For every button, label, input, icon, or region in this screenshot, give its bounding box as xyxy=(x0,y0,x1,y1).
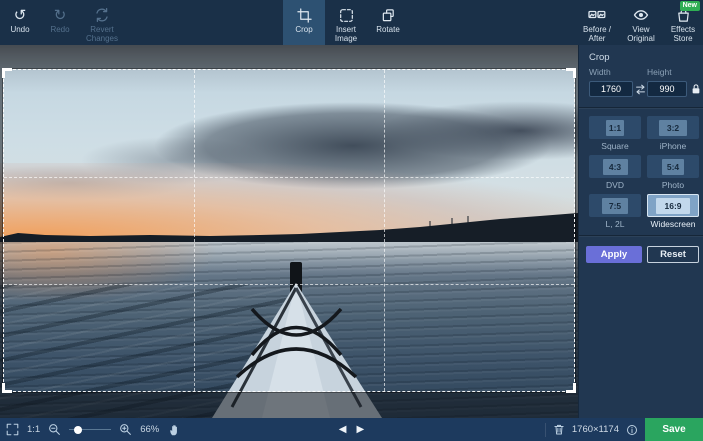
dimension-labels: Width Height xyxy=(579,67,703,79)
preset-l-2l[interactable]: 7:5 L, 2L xyxy=(589,194,641,229)
redo-button[interactable]: ↻ Redo xyxy=(40,0,80,45)
preset-photo[interactable]: 5:4 Photo xyxy=(647,155,699,190)
revert-label: Revert Changes xyxy=(80,25,124,43)
info-icon[interactable] xyxy=(626,424,638,436)
view-group: Before / After View Original New xyxy=(575,0,703,45)
revert-icon xyxy=(94,6,110,24)
save-button[interactable]: Save xyxy=(645,418,703,441)
aspect-ratio-presets: 1:1 Square 3:2 iPhone 4:3 DVD 5:4 Photo … xyxy=(579,109,703,229)
panel-title: Crop xyxy=(579,45,703,67)
image-canvas xyxy=(0,45,578,418)
width-label: Width xyxy=(589,67,611,77)
redo-icon: ↻ xyxy=(54,6,67,24)
effects-store-button[interactable]: New Effects Store xyxy=(663,0,703,45)
status-bar: 1:1 66% ◀ xyxy=(0,418,703,441)
history-group: ↺ Undo ↻ Redo Revert Changes xyxy=(0,0,124,45)
fit-to-screen-icon[interactable] xyxy=(6,423,19,436)
crop-shade-top xyxy=(0,45,578,69)
crop-selection[interactable] xyxy=(3,69,575,392)
apply-button[interactable]: Apply xyxy=(586,246,642,263)
effects-store-label: Effects Store xyxy=(663,25,703,43)
view-original-label: View Original xyxy=(619,25,663,43)
zoom-in-icon[interactable] xyxy=(119,423,132,436)
tab-insert-image-label: Insert Image xyxy=(325,25,367,43)
crop-shade-bottom xyxy=(0,392,578,418)
thirds-line-horizontal-2 xyxy=(4,284,574,285)
tab-rotate[interactable]: Rotate xyxy=(367,0,409,45)
zoom-slider[interactable] xyxy=(69,425,111,435)
file-controls: 1760×1174 Save xyxy=(545,418,703,441)
tab-crop-label: Crop xyxy=(295,25,312,34)
delete-trash-icon[interactable] xyxy=(553,423,565,436)
crop-handle-top-left[interactable] xyxy=(2,68,12,78)
view-original-button[interactable]: View Original xyxy=(619,0,663,45)
preset-square[interactable]: 1:1 Square xyxy=(589,116,641,151)
previous-image-button[interactable]: ◀ xyxy=(339,424,347,435)
zoom-controls: 1:1 66% xyxy=(6,418,181,441)
width-input[interactable] xyxy=(589,81,633,97)
insert-image-icon xyxy=(339,6,354,24)
preset-widescreen[interactable]: 16:9 Widescreen xyxy=(647,194,699,229)
zoom-percentage: 66% xyxy=(140,424,160,435)
rotate-icon xyxy=(381,6,396,24)
tab-rotate-label: Rotate xyxy=(376,25,400,34)
actual-size-button[interactable]: 1:1 xyxy=(27,424,40,435)
next-image-button[interactable]: ▶ xyxy=(357,424,365,435)
crop-actions: Apply Reset xyxy=(579,244,703,270)
zoom-slider-knob[interactable] xyxy=(74,426,82,434)
crop-icon xyxy=(297,6,312,24)
swap-dimensions-icon[interactable] xyxy=(635,83,646,101)
zoom-out-icon[interactable] xyxy=(48,423,61,436)
pan-hand-icon[interactable] xyxy=(168,423,181,437)
thirds-line-vertical-2 xyxy=(384,70,385,391)
crop-handle-bottom-left[interactable] xyxy=(2,383,12,393)
divider xyxy=(545,423,546,437)
before-after-icon xyxy=(588,6,606,24)
undo-icon: ↺ xyxy=(14,6,27,24)
preset-iphone[interactable]: 3:2 iPhone xyxy=(647,116,699,151)
height-input[interactable] xyxy=(647,81,687,97)
crop-handle-top-right[interactable] xyxy=(566,68,576,78)
thirds-line-horizontal-1 xyxy=(4,177,574,178)
tab-insert-image[interactable]: Insert Image xyxy=(325,0,367,45)
tab-crop[interactable]: Crop xyxy=(283,0,325,45)
panel-divider-2 xyxy=(579,235,703,237)
undo-label: Undo xyxy=(10,25,29,34)
height-label: Height xyxy=(647,67,672,77)
tools-tabs: Crop Insert Image Rotate xyxy=(283,0,409,45)
eye-icon xyxy=(633,6,649,24)
new-badge: New xyxy=(680,1,700,11)
image-dimensions: 1760×1174 xyxy=(572,424,619,435)
redo-label: Redo xyxy=(50,25,69,34)
photo-editor-window: ↺ Undo ↻ Redo Revert Changes xyxy=(0,0,703,441)
dimension-inputs xyxy=(579,81,703,101)
reset-button[interactable]: Reset xyxy=(647,246,699,263)
revert-changes-button[interactable]: Revert Changes xyxy=(80,0,124,45)
crop-handle-bottom-right[interactable] xyxy=(566,383,576,393)
thirds-line-vertical-1 xyxy=(194,70,195,391)
crop-panel: Crop Width Height xyxy=(578,45,703,418)
image-navigation: ◀ ▶ xyxy=(339,418,364,441)
undo-button[interactable]: ↺ Undo xyxy=(0,0,40,45)
before-after-label: Before / After xyxy=(575,25,619,43)
top-toolbar: ↺ Undo ↻ Redo Revert Changes xyxy=(0,0,703,45)
before-after-button[interactable]: Before / After xyxy=(575,0,619,45)
preset-dvd[interactable]: 4:3 DVD xyxy=(589,155,641,190)
lock-aspect-icon[interactable] xyxy=(690,82,702,101)
